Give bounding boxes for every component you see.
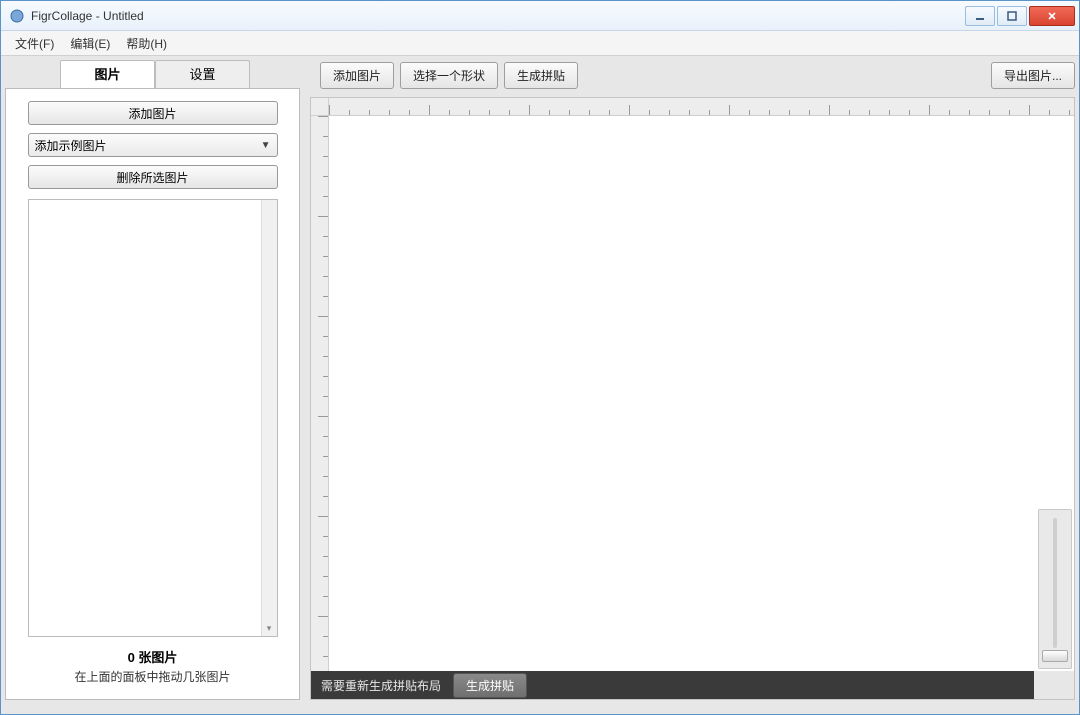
tab-settings[interactable]: 设置: [155, 60, 250, 88]
client-area: 图片 设置 添加图片 选择一个形状 生成拼贴 导出图片... 添加图片 添加示例…: [1, 55, 1079, 714]
generate-collage-button[interactable]: 生成拼贴: [504, 62, 578, 89]
ruler-corner: [311, 98, 329, 116]
menu-bar: 文件(F) 编辑(E) 帮助(H): [1, 31, 1079, 55]
close-button[interactable]: [1029, 6, 1075, 26]
top-buttons: 添加图片 选择一个形状 生成拼贴: [320, 60, 578, 89]
left-panel: 添加图片 添加示例图片 ▼ 删除所选图片 ▾ 0 张图片 在上面的面板中拖动几张…: [5, 88, 300, 700]
ruler-horizontal: [329, 98, 1074, 116]
maximize-button[interactable]: [997, 6, 1027, 26]
title-bar: FigrCollage - Untitled: [1, 1, 1079, 31]
bottom-strip: [5, 700, 1075, 710]
panel-add-images-button[interactable]: 添加图片: [28, 101, 278, 125]
app-window: FigrCollage - Untitled 文件(F) 编辑(E) 帮助(H)…: [0, 0, 1080, 715]
panel-delete-selected-button[interactable]: 删除所选图片: [28, 165, 278, 189]
left-tabs: 图片 设置: [60, 60, 300, 88]
image-list[interactable]: ▾: [28, 199, 278, 637]
chevron-down-icon: ▼: [261, 140, 271, 151]
minimize-button[interactable]: [965, 6, 995, 26]
menu-edit[interactable]: 编辑(E): [62, 32, 118, 55]
dropdown-label: 添加示例图片: [35, 137, 107, 154]
toolbar-row: 图片 设置 添加图片 选择一个形状 生成拼贴 导出图片...: [5, 60, 1075, 89]
menu-file[interactable]: 文件(F): [7, 32, 62, 55]
status-message: 需要重新生成拼贴布局: [321, 677, 441, 694]
status-generate-button[interactable]: 生成拼贴: [453, 673, 527, 698]
tab-images[interactable]: 图片: [60, 60, 155, 88]
select-shape-button[interactable]: 选择一个形状: [400, 62, 498, 89]
menu-help[interactable]: 帮助(H): [118, 32, 175, 55]
image-hint-label: 在上面的面板中拖动几张图片: [16, 668, 289, 691]
image-count-label: 0 张图片: [16, 643, 289, 668]
canvas[interactable]: [329, 116, 1074, 671]
export-area: 导出图片...: [991, 60, 1075, 89]
zoom-track: [1053, 518, 1057, 648]
list-scrollbar[interactable]: ▾: [261, 200, 277, 636]
add-images-button[interactable]: 添加图片: [320, 62, 394, 89]
window-controls: [965, 6, 1075, 26]
zoom-slider[interactable]: [1038, 509, 1072, 669]
main-row: 添加图片 添加示例图片 ▼ 删除所选图片 ▾ 0 张图片 在上面的面板中拖动几张…: [5, 89, 1075, 700]
app-icon: [9, 8, 25, 24]
canvas-wrap: 需要重新生成拼贴布局 生成拼贴: [310, 97, 1075, 700]
window-title: FigrCollage - Untitled: [31, 9, 965, 23]
scroll-down-icon: ▾: [262, 620, 277, 636]
zoom-thumb[interactable]: [1042, 650, 1068, 662]
canvas-area: 需要重新生成拼贴布局 生成拼贴: [310, 89, 1075, 700]
panel-add-samples-dropdown[interactable]: 添加示例图片 ▼: [28, 133, 278, 157]
ruler-vertical: [311, 116, 329, 671]
export-image-button[interactable]: 导出图片...: [991, 62, 1075, 89]
status-bar: 需要重新生成拼贴布局 生成拼贴: [311, 671, 1034, 699]
